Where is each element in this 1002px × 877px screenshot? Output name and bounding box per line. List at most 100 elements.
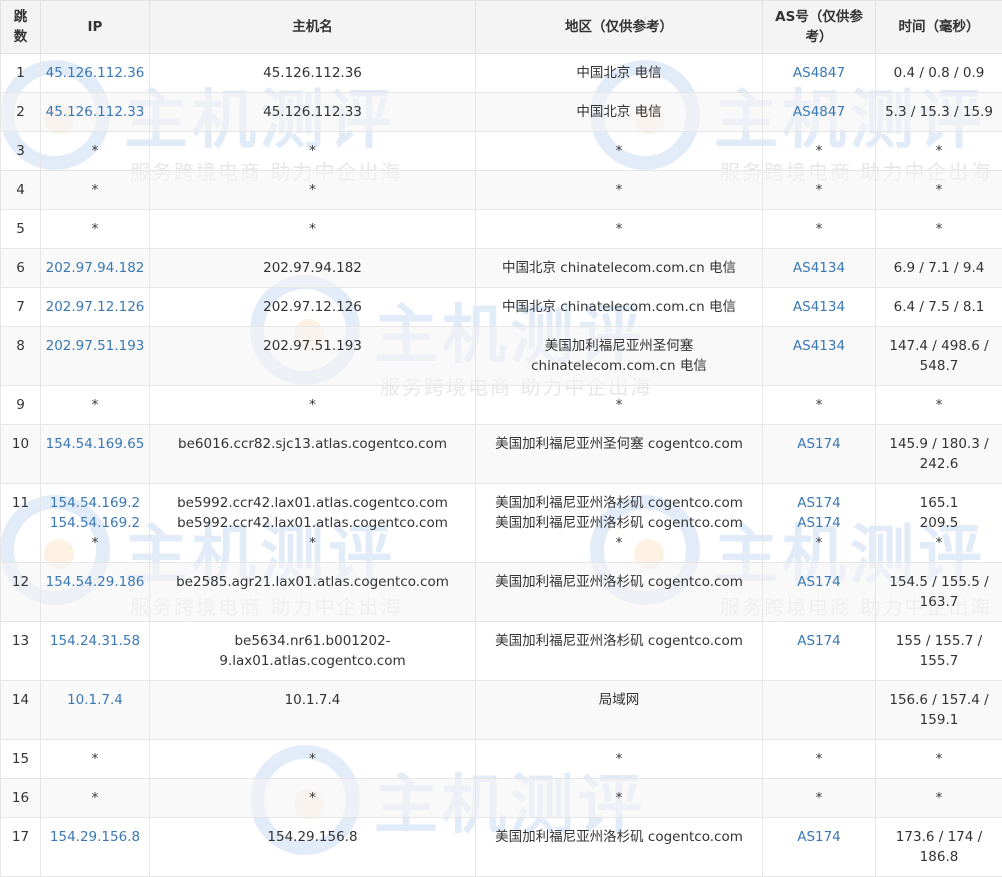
as-line[interactable]: AS174 <box>767 493 871 513</box>
region-line: 中国北京 chinatelecom.com.cn 电信 <box>480 297 758 317</box>
ip-line[interactable]: 154.54.169.2 <box>45 513 145 533</box>
region-line: 美国加利福尼亚州圣何塞 cogentco.com <box>480 434 758 454</box>
ip-cell[interactable]: 10.1.7.4 <box>41 681 150 740</box>
ip-line[interactable]: 10.1.7.4 <box>45 690 145 710</box>
as-cell[interactable]: AS174 <box>763 622 876 681</box>
hop-cell: 5 <box>1 210 41 249</box>
time-line: 548.7 <box>880 356 998 376</box>
hostname-line: 202.97.12.126 <box>154 297 471 317</box>
time-cell: * <box>876 740 1002 779</box>
hostname-line: be5992.ccr42.lax01.atlas.cogentco.com <box>154 493 471 513</box>
as-line[interactable]: AS174 <box>767 827 871 847</box>
as-cell[interactable] <box>763 681 876 740</box>
as-line[interactable]: AS174 <box>767 513 871 533</box>
ip-cell[interactable]: 154.29.156.8 <box>41 818 150 877</box>
ip-cell[interactable]: 202.97.12.126 <box>41 288 150 327</box>
hostname-cell: 202.97.51.193 <box>150 327 476 386</box>
hostname-cell: * <box>150 132 476 171</box>
ip-cell[interactable]: * <box>41 779 150 818</box>
ip-cell[interactable]: * <box>41 132 150 171</box>
ip-cell[interactable]: 202.97.51.193 <box>41 327 150 386</box>
as-cell[interactable]: AS174AS174* <box>763 484 876 563</box>
region-line: 美国加利福尼亚州洛杉矶 cogentco.com <box>480 572 758 592</box>
hostname-cell: 10.1.7.4 <box>150 681 476 740</box>
hostname-cell: 45.126.112.33 <box>150 93 476 132</box>
ip-line: * <box>45 749 145 769</box>
ip-cell[interactable]: 154.24.31.58 <box>41 622 150 681</box>
ip-line[interactable]: 154.54.169.2 <box>45 493 145 513</box>
region-line: * <box>480 788 758 808</box>
hostname-line: 9.lax01.atlas.cogentco.com <box>154 651 471 671</box>
ip-cell[interactable]: 202.97.94.182 <box>41 249 150 288</box>
region-cell: 美国加利福尼亚州洛杉矶 cogentco.com美国加利福尼亚州洛杉矶 coge… <box>476 484 763 563</box>
ip-line[interactable]: 202.97.12.126 <box>45 297 145 317</box>
as-line[interactable]: AS4134 <box>767 336 871 356</box>
as-cell[interactable]: AS174 <box>763 563 876 622</box>
as-line[interactable]: AS4134 <box>767 258 871 278</box>
as-cell[interactable]: * <box>763 386 876 425</box>
ip-cell[interactable]: * <box>41 210 150 249</box>
ip-line[interactable]: 202.97.51.193 <box>45 336 145 356</box>
ip-line: * <box>45 788 145 808</box>
as-cell[interactable]: * <box>763 210 876 249</box>
ip-cell[interactable]: 45.126.112.36 <box>41 54 150 93</box>
time-line: 159.1 <box>880 710 998 730</box>
as-line[interactable]: AS4847 <box>767 102 871 122</box>
as-cell[interactable]: AS4847 <box>763 93 876 132</box>
hostname-cell: be5992.ccr42.lax01.atlas.cogentco.combe5… <box>150 484 476 563</box>
hostname-line: 202.97.51.193 <box>154 336 471 356</box>
ip-line[interactable]: 154.54.169.65 <box>45 434 145 454</box>
time-cell: 0.4 / 0.8 / 0.9 <box>876 54 1002 93</box>
hop-cell: 8 <box>1 327 41 386</box>
ip-cell[interactable]: 45.126.112.33 <box>41 93 150 132</box>
ip-cell[interactable]: * <box>41 386 150 425</box>
ip-line[interactable]: 202.97.94.182 <box>45 258 145 278</box>
ip-cell[interactable]: 154.54.169.65 <box>41 425 150 484</box>
region-line: 美国加利福尼亚州洛杉矶 cogentco.com <box>480 827 758 847</box>
region-line: 中国北京 电信 <box>480 63 758 83</box>
hostname-line: 10.1.7.4 <box>154 690 471 710</box>
time-line: * <box>880 219 998 239</box>
region-line: * <box>480 533 758 553</box>
as-cell[interactable]: AS174 <box>763 425 876 484</box>
as-cell[interactable]: * <box>763 171 876 210</box>
hostname-cell: 202.97.94.182 <box>150 249 476 288</box>
time-line: * <box>880 141 998 161</box>
hostname-line: * <box>154 395 471 415</box>
as-line[interactable]: AS4134 <box>767 297 871 317</box>
region-cell: * <box>476 779 763 818</box>
table-row: 12154.54.29.186be2585.agr21.lax01.atlas.… <box>1 563 1002 622</box>
as-cell[interactable]: AS4134 <box>763 288 876 327</box>
as-cell[interactable]: * <box>763 779 876 818</box>
as-cell[interactable]: AS4134 <box>763 327 876 386</box>
hop-cell: 9 <box>1 386 41 425</box>
region-line: 美国加利福尼亚州圣何塞 <box>480 336 758 356</box>
hostname-line: * <box>154 141 471 161</box>
table-row: 10154.54.169.65be6016.ccr82.sjc13.atlas.… <box>1 425 1002 484</box>
as-line[interactable]: AS4847 <box>767 63 871 83</box>
as-cell[interactable]: AS4847 <box>763 54 876 93</box>
as-cell[interactable]: AS4134 <box>763 249 876 288</box>
region-cell: 中国北京 电信 <box>476 54 763 93</box>
as-line[interactable]: AS174 <box>767 572 871 592</box>
table-body: 145.126.112.3645.126.112.36中国北京 电信AS4847… <box>1 54 1002 877</box>
as-line[interactable]: AS174 <box>767 631 871 651</box>
ip-line[interactable]: 45.126.112.33 <box>45 102 145 122</box>
hostname-cell: * <box>150 779 476 818</box>
as-cell[interactable]: * <box>763 740 876 779</box>
ip-cell[interactable]: 154.54.29.186 <box>41 563 150 622</box>
time-cell: * <box>876 210 1002 249</box>
ip-line[interactable]: 45.126.112.36 <box>45 63 145 83</box>
ip-line[interactable]: 154.29.156.8 <box>45 827 145 847</box>
hostname-line: * <box>154 788 471 808</box>
as-cell[interactable]: * <box>763 132 876 171</box>
ip-line[interactable]: 154.24.31.58 <box>45 631 145 651</box>
hostname-cell: be2585.agr21.lax01.atlas.cogentco.com <box>150 563 476 622</box>
ip-cell[interactable]: * <box>41 171 150 210</box>
as-cell[interactable]: AS174 <box>763 818 876 877</box>
column-header-hop: 跳数 <box>1 1 41 54</box>
ip-line[interactable]: 154.54.29.186 <box>45 572 145 592</box>
ip-cell[interactable]: * <box>41 740 150 779</box>
ip-cell[interactable]: 154.54.169.2154.54.169.2* <box>41 484 150 563</box>
as-line[interactable]: AS174 <box>767 434 871 454</box>
